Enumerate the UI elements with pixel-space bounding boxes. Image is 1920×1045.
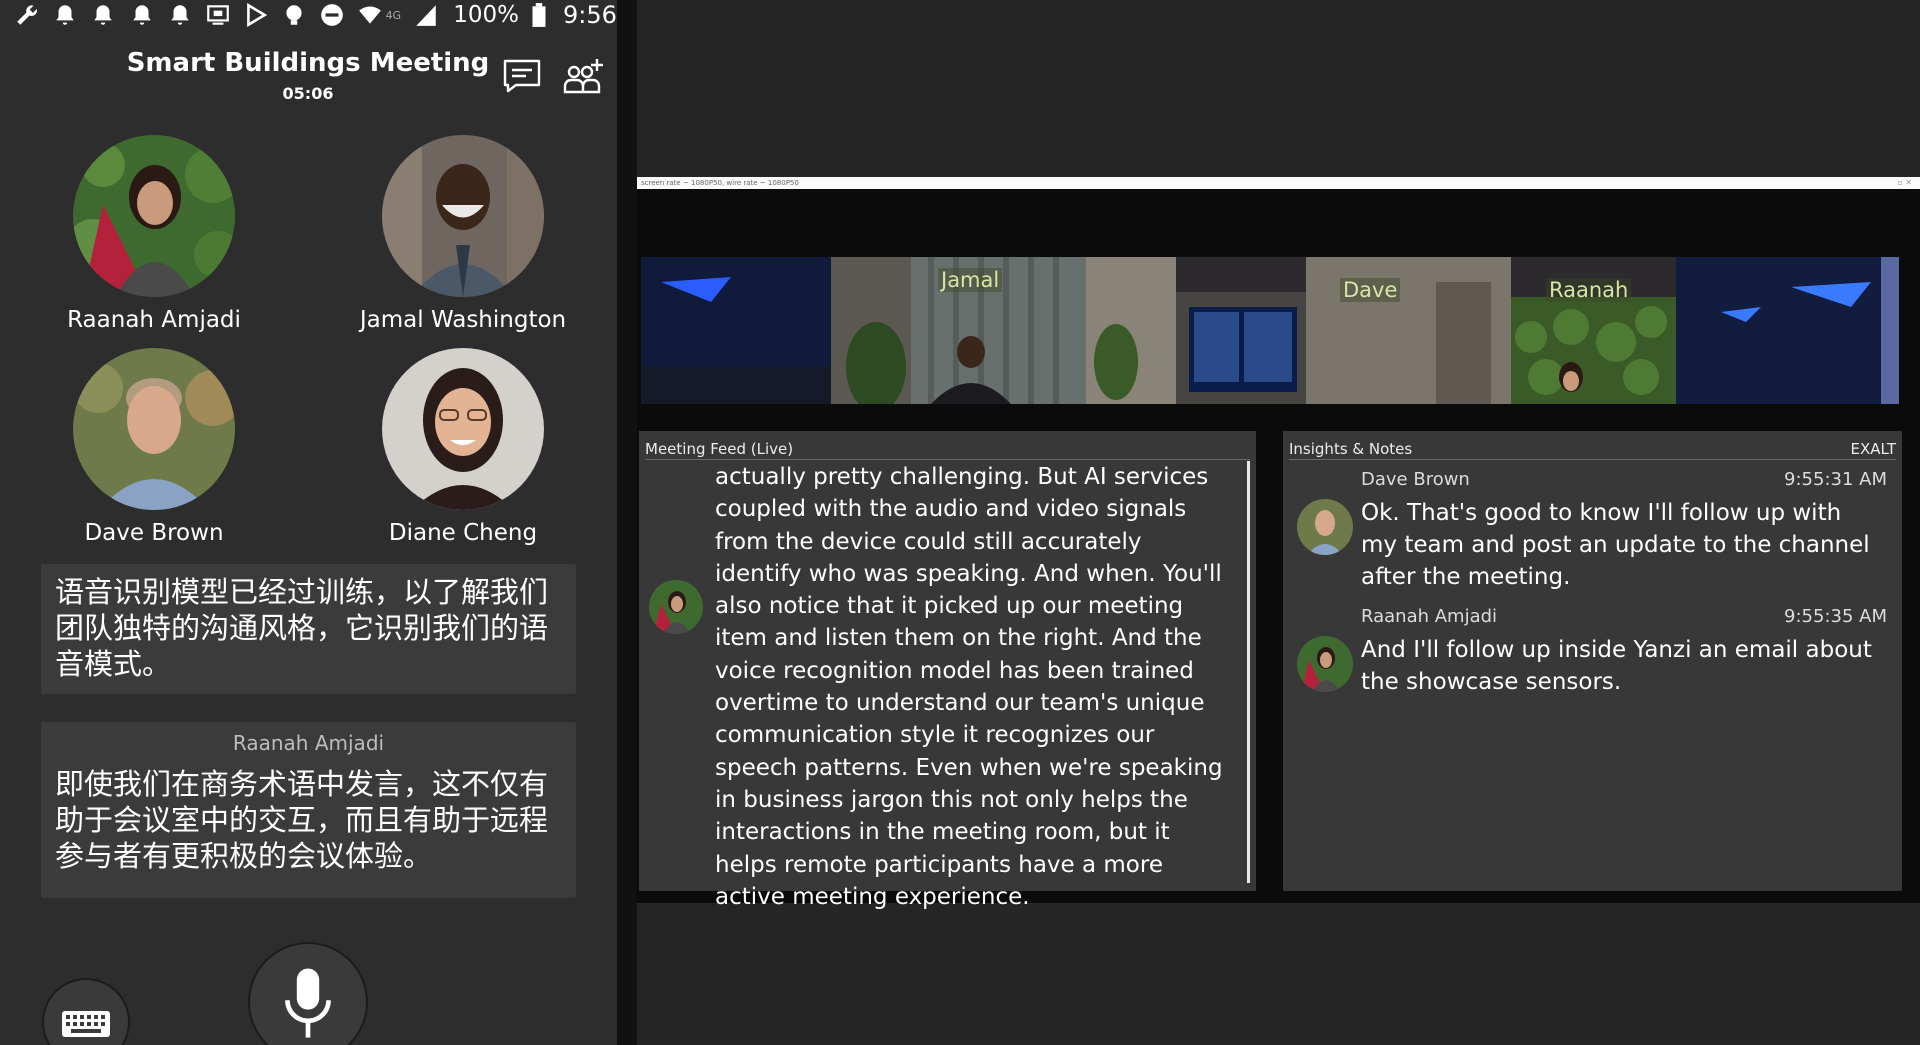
microphone-button[interactable]	[248, 942, 368, 1045]
keyboard-button[interactable]	[42, 978, 130, 1045]
caption-text: 语音识别模型已经过训练，以了解我们团队独特的沟通风格，它识别我们的语音模式。	[55, 575, 549, 681]
meeting-title: Smart Buildings Meeting	[126, 48, 490, 78]
insights-title: Insights & Notes	[1289, 440, 1413, 458]
note-text: Ok. That's good to know I'll follow up w…	[1361, 500, 1870, 590]
bell-icon	[128, 2, 154, 28]
add-people-icon	[563, 59, 603, 94]
room-panorama-video: Jamal Dave Raanah	[641, 257, 1899, 404]
participant-jamal[interactable]: Jamal Washington	[343, 135, 583, 333]
window-titlebar: screen rate ~ 1080P50, wire rate ~ 1080P…	[637, 177, 1920, 189]
participant-raanah[interactable]: Raanah Amjadi	[34, 135, 274, 333]
note-author: Dave Brown	[1361, 469, 1470, 490]
battery-icon	[531, 2, 547, 28]
microphone-icon	[285, 968, 331, 1038]
signal-icon	[413, 2, 439, 28]
window-controls[interactable]: ▫ ✕	[1897, 178, 1912, 187]
caption-text: 即使我们在商务术语中发言，这不仅有助于会议室中的交互，而且有助于远程参与者有更积…	[55, 767, 549, 873]
room-label-jamal: Jamal	[938, 268, 1003, 292]
titlebar-text: screen rate ~ 1080P50, wire rate ~ 1080P…	[641, 179, 799, 187]
caption-card: Raanah Amjadi 即使我们在商务术语中发言，这不仅有助于会议室中的交互…	[41, 722, 576, 898]
room-label-dave: Dave	[1340, 278, 1401, 302]
bell-icon	[90, 2, 116, 28]
room-label-raanah: Raanah	[1546, 278, 1632, 302]
participant-diane[interactable]: Diane Cheng	[343, 348, 583, 546]
exalt-label: EXALT	[1850, 440, 1896, 458]
meeting-feed-panel: Meeting Feed (Live) actually pretty chal…	[639, 431, 1256, 910]
keyboard-icon	[62, 1011, 110, 1037]
participant-name: Diane Cheng	[388, 520, 538, 546]
note-author: Raanah Amjadi	[1361, 606, 1498, 627]
participant-dave[interactable]: Dave Brown	[34, 348, 274, 546]
participant-name: Raanah Amjadi	[67, 307, 241, 333]
insights-panel: Insights & Notes EXALT Dave Brown 9:55:3…	[1283, 431, 1902, 891]
phone-app: 4G 100% 9:56 Smart Buildings Meeting 05:…	[0, 0, 617, 1045]
chat-button[interactable]	[502, 58, 542, 94]
bulb-icon	[281, 2, 307, 28]
avatar	[382, 135, 544, 297]
meeting-feed-header: Meeting Feed (Live)	[645, 440, 1250, 460]
divider	[617, 0, 637, 1045]
speaker-avatar	[649, 580, 703, 634]
avatar	[1297, 636, 1353, 692]
bell-icon	[167, 2, 193, 28]
avatar	[73, 135, 235, 297]
add-people-button[interactable]	[562, 56, 606, 96]
caption-speaker: Raanah Amjadi	[232, 731, 385, 755]
chat-icon	[503, 59, 541, 93]
do-not-disturb-icon	[319, 2, 345, 28]
participant-name: Dave Brown	[84, 520, 224, 546]
play-store-icon	[243, 2, 269, 28]
avatar	[1297, 499, 1353, 555]
meeting-feed-text: actually pretty challenging. But AI serv…	[715, 464, 1223, 910]
note-item: Dave Brown 9:55:31 AM Ok. That's good to…	[1297, 469, 1887, 590]
note-item: Raanah Amjadi 9:55:35 AM And I'll follow…	[1297, 606, 1887, 696]
avatar	[73, 348, 235, 510]
note-time: 9:55:35 AM	[1784, 606, 1887, 627]
wifi-icon	[357, 2, 383, 28]
status-bar: 4G 100% 9:56	[0, 0, 617, 30]
avatar	[382, 348, 544, 510]
insights-header: Insights & Notes EXALT	[1289, 440, 1896, 460]
meeting-timer: 05:06	[282, 84, 334, 103]
cast-icon	[205, 2, 231, 28]
lte-label: 4G	[385, 8, 402, 22]
battery-percentage: 100%	[453, 2, 520, 28]
note-time: 9:55:31 AM	[1784, 469, 1887, 490]
caption-card: 语音识别模型已经过训练，以了解我们团队独特的沟通风格，它识别我们的语音模式。	[41, 564, 576, 694]
wrench-icon	[14, 2, 40, 28]
scrollbar[interactable]	[1247, 461, 1250, 883]
participant-name: Jamal Washington	[359, 307, 567, 333]
note-text: And I'll follow up inside Yanzi an email…	[1361, 637, 1872, 695]
desktop-app: screen rate ~ 1080P50, wire rate ~ 1080P…	[637, 0, 1920, 1045]
clock: 9:56	[563, 1, 617, 29]
bell-icon	[52, 2, 78, 28]
